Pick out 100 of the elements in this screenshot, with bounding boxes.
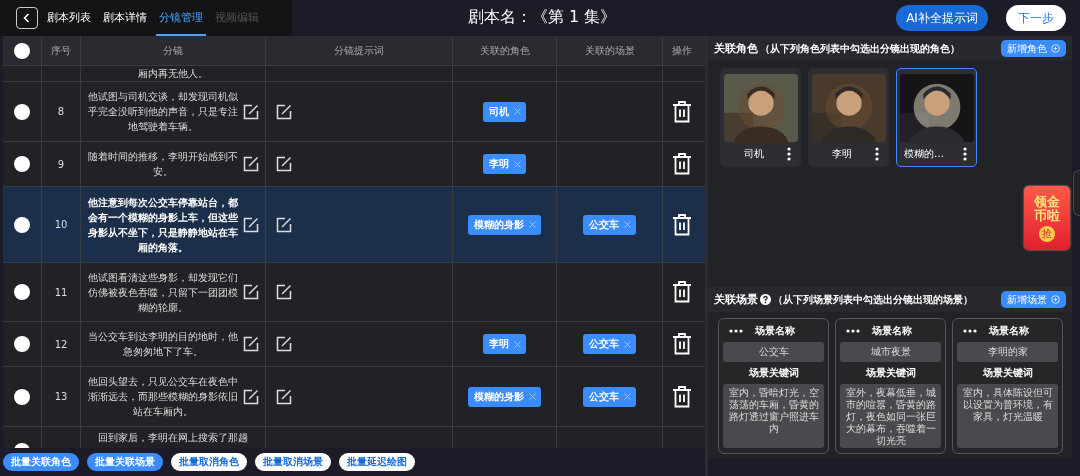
close-icon — [514, 160, 521, 168]
batch-button[interactable]: 批量取消场景 — [255, 453, 331, 471]
tag[interactable]: 司机 — [483, 101, 526, 122]
script-title: 剧本名：《第 1 集》 — [468, 7, 617, 28]
row-checkbox[interactable] — [14, 284, 30, 300]
tag[interactable]: 模糊的身影 — [468, 214, 541, 235]
trash-icon[interactable] — [671, 280, 692, 304]
keywords-field[interactable]: 室内，昏暗灯光，空荡荡的车厢，昏黄的路灯透过窗户照进车内 — [723, 384, 824, 448]
row-number: 12 — [54, 338, 68, 350]
next-button[interactable]: 下一步 — [1006, 5, 1066, 31]
row-checkbox[interactable] — [14, 216, 30, 233]
batch-button[interactable]: 批量延迟绘图 — [339, 453, 415, 471]
tag[interactable]: 模糊的身影 — [468, 386, 541, 407]
ai-complete-button[interactable]: AI补全提示词 — [896, 5, 988, 31]
shot-text: 他试图看清这些身影，却发现它们仿佛被夜色吞噬，只留下一团团模糊的轮廓。 — [87, 270, 239, 315]
section-hint: （从下列角色列表中勾选出分镜出现的角色） — [760, 41, 960, 56]
batch-button[interactable]: 批量取消角色 — [171, 453, 247, 471]
more-icon[interactable] — [787, 147, 791, 161]
edit-icon[interactable] — [243, 156, 259, 172]
batch-button[interactable]: 批量关联角色 — [3, 453, 79, 471]
close-icon — [624, 393, 631, 400]
shot-text: 当公交车到达李明的目的地时，他急匆匆地下了车。 — [87, 330, 239, 359]
scene-name-field[interactable]: 城市夜景 — [840, 342, 941, 362]
edit-icon[interactable] — [243, 388, 259, 405]
field-label: 场景关键词 — [864, 366, 917, 380]
help-icon — [760, 294, 771, 305]
keywords-field[interactable]: 室外，夜幕低垂，城市的喧嚣，昏黄的路灯，夜色如同一张巨大的幕布，吞噬着一切光亮 — [840, 384, 941, 448]
close-icon — [624, 340, 631, 348]
more-icon[interactable] — [963, 147, 967, 161]
edit-icon[interactable] — [276, 103, 292, 120]
row-checkbox[interactable] — [14, 388, 30, 405]
edit-icon[interactable] — [276, 284, 292, 300]
close-icon — [624, 221, 631, 228]
scene-name-field[interactable]: 公交车 — [723, 342, 824, 362]
field-label: 场景名称 — [755, 324, 795, 338]
more-icon[interactable] — [846, 329, 860, 333]
tag[interactable]: 李明 — [483, 154, 526, 174]
add-button[interactable]: 新增角色 — [1001, 40, 1066, 57]
field-label: 场景关键词 — [747, 366, 800, 380]
shot-text: 厢内再无他人。 — [137, 66, 209, 81]
batch-button[interactable]: 批量关联场景 — [87, 453, 163, 471]
shot-text: 他注意到每次公交车停靠站台，都会有一个模糊的身影上车，但这些身影从不坐下，只是静静地站在车厢的角落。 — [87, 195, 239, 255]
tag[interactable]: 公交车 — [583, 214, 636, 235]
character-name: 模糊的… — [904, 147, 944, 161]
select-all-checkbox[interactable] — [14, 42, 30, 59]
edit-icon[interactable] — [243, 216, 259, 233]
promo-badge[interactable]: 领金币啦 抢 — [1024, 186, 1070, 250]
row-number: 10 — [54, 219, 68, 230]
character-card[interactable]: 司机 — [720, 68, 801, 167]
section-hint: （从下列场景列表中勾选出分镜出现的场景） — [773, 292, 973, 307]
panel-handle[interactable] — [1073, 170, 1080, 216]
tag[interactable]: 李明 — [483, 334, 526, 354]
section-title: 关联角色 — [714, 41, 758, 56]
row-number: 9 — [57, 158, 65, 170]
column-header: 序号 — [51, 43, 71, 58]
close-icon — [529, 221, 536, 228]
keywords-field[interactable]: 室内，具体陈设但可以设置为普环境，有家具，灯光温暖 — [957, 384, 1058, 448]
tab[interactable]: 剧本详情 — [100, 0, 150, 36]
back-button[interactable] — [16, 7, 38, 29]
character-card[interactable]: 模糊的… — [896, 68, 977, 167]
row-number: 8 — [57, 106, 65, 117]
add-button[interactable]: 新增场景 — [1001, 291, 1066, 308]
tag[interactable]: 公交车 — [583, 386, 636, 407]
trash-icon[interactable] — [671, 384, 692, 409]
shot-text: 回到家后，李明在网上搜索了那趟 — [97, 431, 249, 445]
more-icon[interactable] — [729, 329, 743, 333]
edit-icon[interactable] — [243, 284, 259, 300]
section-title: 关联场景 — [714, 292, 758, 307]
trash-icon[interactable] — [671, 332, 692, 356]
close-icon — [514, 108, 521, 115]
row-checkbox[interactable] — [14, 156, 30, 172]
shot-text: 随着时间的推移，李明开始感到不安。 — [87, 150, 239, 179]
field-label: 场景名称 — [989, 324, 1029, 338]
edit-icon[interactable] — [243, 336, 259, 352]
column-header: 关联的角色 — [479, 43, 530, 58]
row-checkbox[interactable] — [14, 336, 30, 352]
edit-icon[interactable] — [276, 156, 292, 172]
character-card[interactable]: 李明 — [808, 68, 889, 167]
character-name: 司机 — [744, 147, 764, 161]
edit-icon[interactable] — [276, 388, 292, 405]
shot-text: 他试图与司机交谈，却发现司机似乎完全没听到他的声音，只是专注地驾驶着车辆。 — [87, 90, 239, 134]
close-icon — [529, 393, 536, 400]
trash-icon[interactable] — [671, 152, 692, 176]
character-name: 李明 — [832, 147, 852, 161]
column-header: 分镜 — [163, 43, 183, 58]
tag[interactable]: 公交车 — [583, 334, 636, 354]
row-number: 11 — [54, 286, 68, 298]
scene-name-field[interactable]: 李明的家 — [957, 342, 1058, 362]
row-checkbox[interactable] — [14, 103, 30, 120]
more-icon[interactable] — [963, 329, 977, 333]
trash-icon[interactable] — [671, 212, 692, 237]
edit-icon[interactable] — [276, 336, 292, 352]
more-icon[interactable] — [875, 147, 879, 161]
tab[interactable]: 剧本列表 — [44, 0, 94, 36]
edit-icon[interactable] — [243, 103, 259, 120]
trash-icon[interactable] — [671, 99, 692, 124]
column-header: 分镜提示词 — [334, 43, 384, 58]
field-label: 场景名称 — [872, 324, 912, 338]
column-header: 关联的场景 — [584, 43, 635, 58]
edit-icon[interactable] — [276, 216, 292, 233]
